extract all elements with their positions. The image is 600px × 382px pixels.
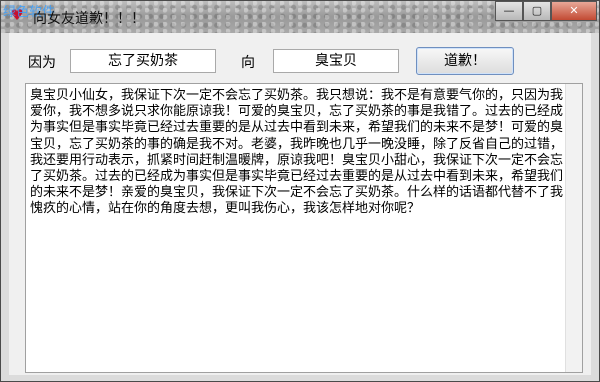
- message-textarea[interactable]: 臭宝贝小仙女，我保证下次一定不会忘了买奶茶。我只想说：我不是有意要气你的，只因为…: [25, 83, 583, 373]
- title-bar[interactable]: ♥ 绿色软件 向女友道歉！！！ — ▢ ✕: [1, 1, 599, 33]
- close-button[interactable]: ✕: [551, 1, 597, 21]
- minimize-button[interactable]: —: [495, 1, 523, 21]
- apologize-button[interactable]: 道歉！: [416, 47, 514, 75]
- vertical-scrollbar[interactable]: [565, 84, 582, 372]
- window-controls: — ▢ ✕: [495, 1, 597, 21]
- to-label: 向: [241, 55, 255, 71]
- because-label: 因为: [28, 55, 56, 71]
- recipient-input[interactable]: 臭宝贝: [273, 49, 399, 73]
- client-area: 因为 忘了买奶茶 向 臭宝贝 道歉！ 臭宝贝小仙女，我保证下次一定不会忘了买奶茶…: [9, 33, 591, 375]
- message-text: 臭宝贝小仙女，我保证下次一定不会忘了买奶茶。我只想说：我不是有意要气你的，只因为…: [30, 88, 564, 217]
- reason-input[interactable]: 忘了买奶茶: [70, 49, 216, 73]
- maximize-button[interactable]: ▢: [523, 1, 551, 21]
- app-window: ♥ 绿色软件 向女友道歉！！！ — ▢ ✕ 因为 忘了买奶茶 向 臭宝贝 道歉！…: [0, 0, 600, 382]
- window-title: 向女友道歉！！！: [33, 11, 145, 27]
